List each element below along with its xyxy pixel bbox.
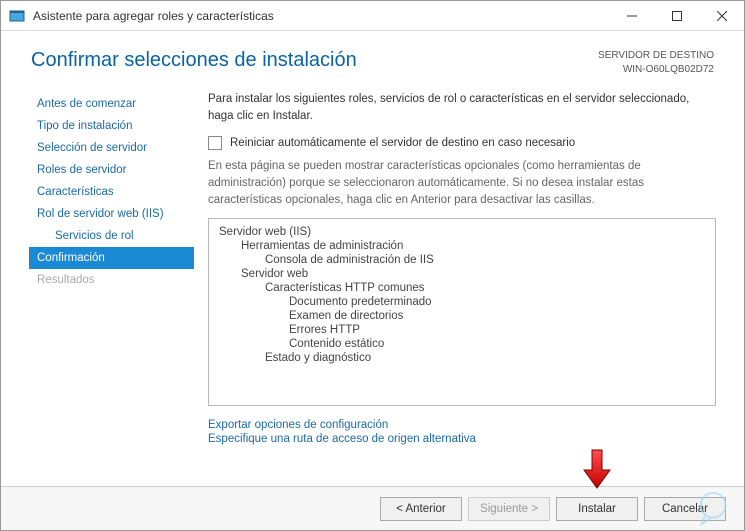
sidebar-item-features[interactable]: Características: [29, 181, 194, 203]
export-settings-link[interactable]: Exportar opciones de configuración: [208, 418, 716, 432]
feature-item: Herramientas de administración: [241, 239, 707, 253]
sidebar-item-server-selection[interactable]: Selección de servidor: [29, 137, 194, 159]
auto-restart-checkbox[interactable]: [208, 136, 222, 150]
page-title: Confirmar selecciones de instalación: [31, 49, 357, 72]
sidebar-item-confirmation[interactable]: Confirmación: [29, 247, 194, 269]
minimize-button[interactable]: [609, 1, 654, 30]
page-header: Confirmar selecciones de instalación SER…: [1, 31, 744, 87]
feature-item: Servidor web: [241, 267, 707, 281]
feature-item: Estado y diagnóstico: [265, 351, 707, 365]
alt-source-path-link[interactable]: Especifique una ruta de acceso de origen…: [208, 432, 716, 446]
sidebar-item-server-roles[interactable]: Roles de servidor: [29, 159, 194, 181]
install-button[interactable]: Instalar: [556, 497, 638, 521]
close-button[interactable]: [699, 1, 744, 30]
destination-label: SERVIDOR DE DESTINO: [598, 49, 714, 63]
feature-item: Consola de administración de IIS: [265, 253, 707, 267]
window-title: Asistente para agregar roles y caracterí…: [33, 9, 274, 23]
feature-item: Examen de directorios: [289, 309, 707, 323]
maximize-button[interactable]: [654, 1, 699, 30]
sidebar-item-results: Resultados: [29, 269, 194, 291]
window-controls: [609, 1, 744, 30]
wizard-footer: < Anterior Siguiente > Instalar Cancelar: [1, 486, 744, 530]
cancel-button[interactable]: Cancelar: [644, 497, 726, 521]
sidebar-item-role-services[interactable]: Servicios de rol: [29, 225, 194, 247]
wizard-sidebar: Antes de comenzar Tipo de instalación Se…: [29, 87, 194, 482]
feature-item: Documento predeterminado: [289, 295, 707, 309]
intro-text: Para instalar los siguientes roles, serv…: [208, 91, 716, 124]
sidebar-item-before-you-begin[interactable]: Antes de comenzar: [29, 93, 194, 115]
feature-item: Servidor web (IIS): [219, 225, 707, 239]
next-button: Siguiente >: [468, 497, 550, 521]
destination-server-box: SERVIDOR DE DESTINO WIN-O60LQB02D72: [598, 49, 714, 77]
feature-item: Contenido estático: [289, 337, 707, 351]
feature-item: Errores HTTP: [289, 323, 707, 337]
content-area: Para instalar los siguientes roles, serv…: [194, 87, 716, 482]
app-icon: [9, 8, 25, 24]
auto-restart-label: Reiniciar automáticamente el servidor de…: [230, 137, 575, 149]
features-listbox[interactable]: Servidor web (IIS) Herramientas de admin…: [208, 218, 716, 406]
links-area: Exportar opciones de configuración Espec…: [208, 418, 716, 446]
previous-button[interactable]: < Anterior: [380, 497, 462, 521]
optional-features-note: En esta página se pueden mostrar caracte…: [208, 158, 716, 208]
title-bar: Asistente para agregar roles y caracterí…: [1, 1, 744, 31]
main-area: Antes de comenzar Tipo de instalación Se…: [1, 87, 744, 482]
feature-item: Características HTTP comunes: [265, 281, 707, 295]
destination-value: WIN-O60LQB02D72: [598, 63, 714, 77]
sidebar-item-iis-role[interactable]: Rol de servidor web (IIS): [29, 203, 194, 225]
sidebar-item-install-type[interactable]: Tipo de instalación: [29, 115, 194, 137]
auto-restart-row: Reiniciar automáticamente el servidor de…: [208, 136, 716, 150]
